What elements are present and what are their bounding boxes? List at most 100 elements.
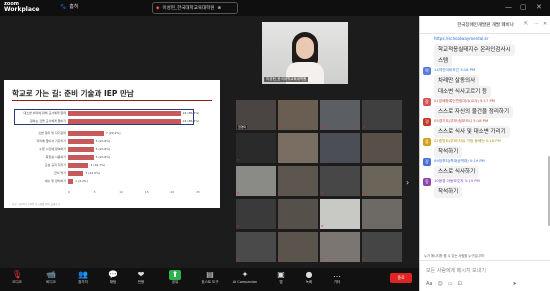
react-icon: ❤ <box>137 270 145 279</box>
title-bar: zoom Workplace 🐾 홈히 ◆ 이성현_한국대학교육대학원 ⊗ — … <box>0 0 550 16</box>
host-tools-button[interactable]: ▤ 호스트 도구 <box>195 270 225 285</box>
participant-tile[interactable]: ✕ <box>320 133 360 163</box>
tab-close-icon[interactable]: ⊗ <box>217 6 221 11</box>
minimize-icon[interactable]: — <box>505 3 512 11</box>
slide-bar-chart: 0 5 10 15 20 25 대소변 처리에 대해 교사에게 알려 22 (86.4%) 원… <box>12 109 212 196</box>
more-icon: … <box>333 270 341 279</box>
participant-tile[interactable]: ✕ <box>278 133 318 163</box>
participant-tile[interactable]: ✕ <box>320 100 360 130</box>
send-icon[interactable]: ➤ <box>513 281 517 287</box>
avatar: 약 <box>423 67 431 75</box>
chat-visibility-notice[interactable]: 누가 메시지를 볼 수 있는 사람을 누구입니까? <box>424 253 548 258</box>
meeting-tab[interactable]: ◆ 이성현_한국대학교육대학원 ⊗ <box>152 2 238 14</box>
participant-name: 권영미 <box>237 125 248 129</box>
muted-mic-icon: ✕ <box>321 224 324 228</box>
slide-bar-row: 화장실 사용하기 5 (20.8%) <box>12 154 212 161</box>
participant-tile[interactable]: ✕ <box>278 166 318 196</box>
muted-mic-icon: ✕ <box>363 224 366 228</box>
next-page-icon[interactable]: › <box>406 178 409 187</box>
maximize-icon[interactable]: ▢ <box>520 3 527 11</box>
slide-bar-value: 5 (20.8%) <box>95 147 111 151</box>
popout-icon[interactable]: ⇱ <box>524 21 528 27</box>
speaker-video[interactable]: 이성현_한국대학교육대학원 <box>262 22 348 84</box>
participant-tile[interactable]: ✕ <box>362 199 402 229</box>
react-button[interactable]: ❤ 반응 <box>126 270 156 285</box>
react-label: 반응 <box>137 280 145 284</box>
more-button[interactable]: … 기타 <box>322 270 352 285</box>
slide-bar-value: 3 (12.5%) <box>85 171 101 175</box>
slide-footer: 자료: 국립특수교육원 학교생활 준비 실태조사 <box>12 203 60 206</box>
participant-tile[interactable]: ✕ <box>278 199 318 229</box>
chat-input-placeholder: 모든 사람에게 메시지 보내기 <box>426 268 486 274</box>
chat-input-tools: Aa ☺ ▭ ⊡ ➤ <box>426 281 517 287</box>
chat-panel: 한국장애인개발원 개발 웨비나 ⇱ ⋯ ✕ https://schoolwaym… <box>419 16 550 291</box>
avatar: 경 <box>423 118 431 126</box>
logo-line2: Workplace <box>4 6 40 13</box>
speaker-name: 이성현_한국대학교육대학원 <box>264 77 309 82</box>
slide-bar <box>68 163 89 168</box>
chat-link[interactable]: https://schoolwaymental.kr <box>434 36 489 41</box>
slide-bar-value: 5 (20.8%) <box>95 155 111 159</box>
slide-bar-value: 1 (4.2%) <box>75 179 88 183</box>
ai-companion-icon: ✦ <box>241 270 249 279</box>
slide-bar-value: 22 (86.4%) <box>182 119 200 123</box>
slide-bar-row: 대소변 처리에 대해 교사에게 알려 22 (86.4%) <box>12 110 212 117</box>
participant-tile[interactable]: ✕ <box>320 199 360 229</box>
participant-tile[interactable]: ✕ <box>362 133 402 163</box>
muted-mic-icon: ✕ <box>363 191 366 195</box>
share-button[interactable]: ⬆ 공유 <box>160 270 190 285</box>
emoji-icon[interactable]: ☺ <box>437 281 442 287</box>
participant-tile[interactable]: ✕ <box>278 232 318 262</box>
audio-button[interactable]: 🎙 오디오 <box>2 270 32 285</box>
participant-tile[interactable]: ✕ <box>278 100 318 130</box>
chat-input[interactable]: 모든 사람에게 메시지 보내기 Aa ☺ ▭ ⊡ ➤ <box>420 260 550 291</box>
close-icon[interactable]: ✕ <box>536 3 542 11</box>
chat-message: 스스로 자신의 물건을 정리하기 <box>434 106 514 118</box>
participant-tile[interactable]: ✕ <box>236 199 276 229</box>
apps-label: 앱 <box>279 280 283 284</box>
muted-mic-icon: ✕ <box>279 257 282 261</box>
host-tools-label: 호스트 도구 <box>201 280 219 284</box>
slide-bar-value: 4 (16.7%) <box>90 163 106 167</box>
record-button[interactable]: ● 녹화 <box>294 270 324 285</box>
more-icon[interactable]: ⋯ <box>534 21 539 27</box>
participants-button[interactable]: 👥 참가자 <box>68 270 98 285</box>
screenshot-icon[interactable]: ⊡ <box>457 281 461 287</box>
share-label: 공유 <box>171 280 179 284</box>
slide-bar <box>68 155 94 160</box>
end-button[interactable]: 종료 <box>390 273 412 283</box>
participant-tile[interactable]: ✕ <box>236 133 276 163</box>
participant-tile[interactable]: ✕ <box>362 166 402 196</box>
participant-tile[interactable]: 권영미 <box>236 100 276 130</box>
axis-tick-label: 0 <box>68 190 70 194</box>
slide-bar-label: 급식 먹기 <box>54 171 66 175</box>
participant-tile[interactable]: ✕ <box>362 100 402 130</box>
participants-icon: 👥 <box>78 270 88 279</box>
chat-label: 채팅 <box>109 280 117 284</box>
muted-mic-icon: ✕ <box>279 125 282 129</box>
chat-message: 착석하기 <box>434 186 463 198</box>
muted-mic-icon: ✕ <box>279 224 282 228</box>
participant-tile[interactable]: ✕ <box>236 166 276 196</box>
participant-tile[interactable]: ✕ <box>320 166 360 196</box>
axis-tick-label: 25 <box>196 190 200 194</box>
slide-bar-label: 자리에 앉아서 기다리기 <box>36 139 66 143</box>
participant-tile[interactable]: ✕ <box>236 232 276 262</box>
file-icon[interactable]: ▭ <box>448 281 453 287</box>
format-icon[interactable]: Aa <box>426 281 432 287</box>
muted-mic-icon: ✕ <box>237 158 240 162</box>
slide-bar-value: 5 (20.8%) <box>95 139 111 143</box>
home-tab[interactable]: 🐾 홈히 <box>60 3 78 11</box>
record-label: 녹화 <box>305 280 313 284</box>
muted-mic-icon: ✕ <box>237 191 240 195</box>
participant-tile[interactable]: ✕ <box>362 232 402 262</box>
muted-mic-icon: ✕ <box>321 125 324 129</box>
speaker-face <box>296 37 314 59</box>
apps-button[interactable]: ▣ 앱 <box>266 270 296 285</box>
chat-button[interactable]: 💬 채팅 <box>98 270 128 285</box>
share-icon: ⬆ <box>169 270 181 280</box>
video-button[interactable]: 📹 비디오 <box>36 270 66 285</box>
chat-close-icon[interactable]: ✕ <box>543 21 547 27</box>
participant-tile[interactable]: ✕ <box>320 232 360 262</box>
ai-companion-button[interactable]: ✦ AI Companion <box>230 270 260 285</box>
